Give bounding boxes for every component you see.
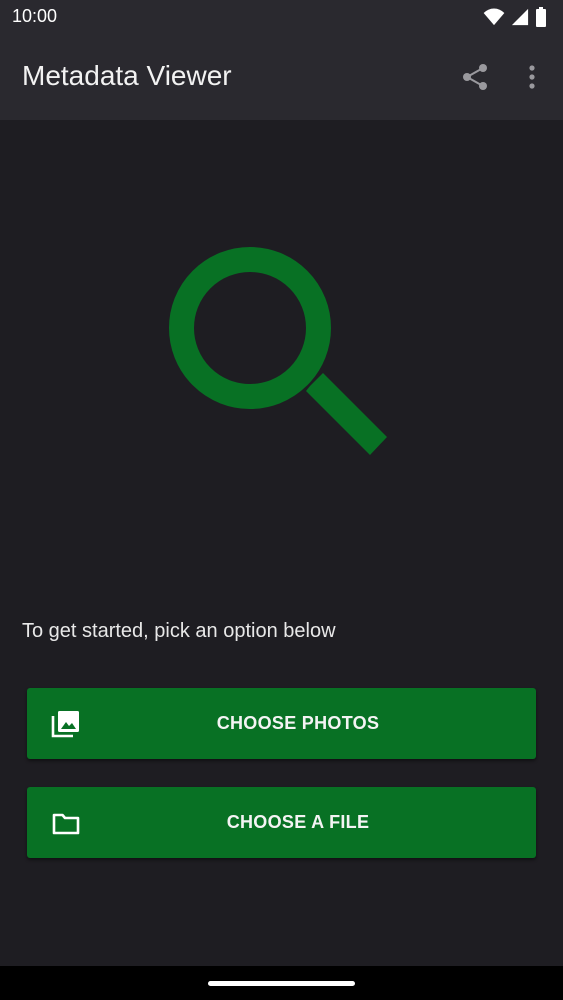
cellular-signal-icon (511, 8, 529, 26)
app-title: Metadata Viewer (22, 60, 232, 91)
choose-file-label: CHOOSE A FILE (226, 812, 370, 832)
more-vert-icon[interactable] (520, 62, 544, 92)
battery-icon (536, 7, 546, 27)
instruction-text: To get started, pick an option below (22, 620, 336, 642)
wifi-icon (483, 8, 505, 26)
share-icon[interactable] (460, 62, 490, 92)
app-bar: Metadata Viewer (0, 34, 563, 120)
choose-photos-label: CHOOSE PHOTOS (216, 713, 380, 733)
choose-file-button[interactable]: CHOOSE A FILE (27, 787, 536, 858)
choose-photos-button[interactable]: CHOOSE PHOTOS (27, 688, 536, 759)
status-time: 10:00 (12, 6, 58, 26)
home-gesture-handle[interactable] (208, 981, 355, 986)
app-screen: 10:00 Metadata Viewer To get started, pi… (0, 0, 563, 1000)
search-icon (169, 247, 387, 455)
status-icons (483, 6, 547, 28)
status-bar: 10:00 (0, 0, 563, 34)
navigation-bar (0, 966, 563, 1000)
